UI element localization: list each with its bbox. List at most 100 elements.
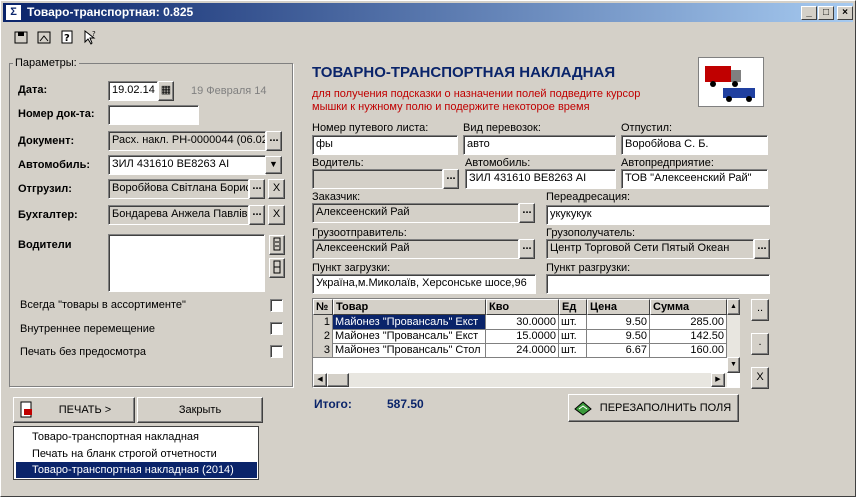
col-header-sum[interactable]: Сумма bbox=[650, 299, 727, 315]
col-header-unit[interactable]: Ед bbox=[559, 299, 587, 315]
opt-internal-checkbox[interactable] bbox=[270, 322, 283, 335]
auto-label: Автомобиль: bbox=[18, 159, 91, 171]
form-title: ТОВАРНО-ТРАНСПОРТНАЯ НАКЛАДНАЯ bbox=[312, 64, 616, 81]
refill-icon bbox=[573, 399, 593, 417]
load-label: Пункт загрузки: bbox=[312, 262, 391, 274]
document-label: Документ: bbox=[18, 135, 75, 147]
auto-select[interactable]: ЗИЛ 431610 ВЕ8263 AI bbox=[108, 155, 266, 175]
svg-text:?: ? bbox=[92, 30, 96, 38]
cell-unit[interactable]: шт. bbox=[559, 343, 587, 358]
car-input[interactable]: ЗИЛ 431610 ВЕ8263 AI bbox=[465, 169, 616, 189]
cell-price[interactable]: 6.67 bbox=[587, 343, 650, 358]
drivers-add-icon[interactable] bbox=[269, 235, 285, 255]
cell-num[interactable]: 1 bbox=[313, 315, 333, 330]
driver-field[interactable] bbox=[312, 169, 443, 189]
app-icon: Σ bbox=[6, 5, 21, 20]
drivers-remove-icon[interactable] bbox=[269, 258, 285, 278]
customer-label: Заказчик: bbox=[312, 191, 361, 203]
sender-field[interactable]: Алексеенский Рай bbox=[312, 239, 519, 259]
title-bar[interactable]: Σ Товаро-транспортная: 0.825 _ □ × bbox=[3, 3, 853, 22]
document-select-button[interactable]: ... bbox=[266, 131, 282, 151]
load-input[interactable]: Україна,м.Миколаїв, Херсонське шосе,96 bbox=[312, 274, 536, 294]
col-header-qty[interactable]: Кво bbox=[486, 299, 559, 315]
shipped-field[interactable]: Воробйова Світлана Борис bbox=[108, 179, 249, 199]
items-table[interactable]: № Товар Кво Ед Цена Сумма ▲ 1 Майонез "Пр… bbox=[312, 298, 740, 388]
acct-clear-button[interactable]: X bbox=[268, 205, 285, 225]
sender-select-button[interactable]: ... bbox=[519, 239, 535, 259]
acct-label: Бухгалтер: bbox=[18, 209, 78, 221]
opt-internal-label: Внутреннее перемещение bbox=[20, 323, 155, 335]
scroll-right-icon[interactable]: ▶ bbox=[711, 373, 725, 387]
company-input[interactable]: ТОВ "Алексеенский Рай" bbox=[621, 169, 768, 189]
receiver-field[interactable]: Центр Торговой Сети Пятый Океан bbox=[546, 239, 754, 259]
cell-item[interactable]: Майонез "Провансаль" Екст bbox=[333, 329, 486, 344]
waybill-input[interactable]: фы bbox=[312, 135, 458, 155]
cell-unit[interactable]: шт. bbox=[559, 315, 587, 330]
opt-assortment-checkbox[interactable] bbox=[270, 299, 283, 312]
cell-qty[interactable]: 30.0000 bbox=[486, 315, 559, 330]
scroll-down-icon[interactable]: ▼ bbox=[727, 357, 740, 373]
docnum-input[interactable] bbox=[108, 105, 199, 125]
close-window-button[interactable]: × bbox=[837, 6, 853, 20]
cell-qty[interactable]: 24.0000 bbox=[486, 343, 559, 358]
transport-input[interactable]: авто bbox=[463, 135, 616, 155]
customer-select-button[interactable]: ... bbox=[519, 203, 535, 223]
print-menu: Товаро-транспортная накладная Печать на … bbox=[13, 426, 259, 480]
row-delete-button[interactable]: X bbox=[751, 367, 769, 389]
menu-item-ttn-2014[interactable]: Товаро-транспортная накладная (2014) bbox=[16, 462, 257, 478]
opt-nopreview-label: Печать без предосмотра bbox=[20, 346, 146, 358]
refill-button[interactable]: ПЕРЕЗАПОЛНИТЬ ПОЛЯ bbox=[568, 394, 739, 422]
pointer-help-icon[interactable]: ? bbox=[81, 29, 99, 47]
shipped-label: Отгрузил: bbox=[18, 183, 72, 195]
maximize-button[interactable]: □ bbox=[818, 6, 834, 20]
unload-input[interactable] bbox=[546, 274, 770, 294]
receiver-select-button[interactable]: ... bbox=[754, 239, 770, 259]
cell-sum[interactable]: 142.50 bbox=[650, 329, 727, 344]
col-header-num[interactable]: № bbox=[313, 299, 333, 315]
save-icon[interactable] bbox=[12, 29, 30, 47]
help-icon[interactable]: ? bbox=[58, 29, 76, 47]
driver-select-button[interactable]: ... bbox=[443, 169, 459, 189]
row-edit-button[interactable]: . bbox=[751, 333, 769, 355]
date-input[interactable]: 19.02.14 bbox=[108, 81, 158, 101]
minimize-button[interactable]: _ bbox=[801, 6, 817, 20]
truck-logo bbox=[698, 57, 764, 107]
print-button[interactable]: ПЕЧАТЬ > bbox=[13, 397, 135, 423]
horizontal-scrollbar[interactable] bbox=[313, 373, 727, 387]
cell-item[interactable]: Майонез "Провансаль" Стол bbox=[333, 343, 486, 358]
opt-nopreview-checkbox[interactable] bbox=[270, 345, 283, 358]
cell-num[interactable]: 3 bbox=[313, 343, 333, 358]
col-header-price[interactable]: Цена bbox=[587, 299, 650, 315]
row-add-button[interactable]: .. bbox=[751, 299, 769, 321]
cell-qty[interactable]: 15.0000 bbox=[486, 329, 559, 344]
unload-label: Пункт разгрузки: bbox=[546, 262, 631, 274]
acct-field[interactable]: Бондарева Анжела Павлів bbox=[108, 205, 249, 225]
cell-item[interactable]: Майонез "Провансаль" Екст bbox=[333, 315, 486, 330]
shipped-select-button[interactable]: ... bbox=[249, 179, 265, 199]
drivers-list[interactable] bbox=[108, 234, 265, 292]
receiver-label: Грузополучатель: bbox=[546, 227, 636, 239]
cell-sum[interactable]: 285.00 bbox=[650, 315, 727, 330]
drivers-label: Водители bbox=[18, 239, 72, 251]
menu-item-strict-form[interactable]: Печать на бланк строгой отчетности bbox=[16, 446, 257, 462]
cell-price[interactable]: 9.50 bbox=[587, 329, 650, 344]
save-close-icon[interactable] bbox=[35, 29, 53, 47]
cell-sum[interactable]: 160.00 bbox=[650, 343, 727, 358]
document-field[interactable]: Расх. накл. РН-0000044 (06.02 bbox=[108, 131, 266, 151]
shipped-clear-button[interactable]: X bbox=[268, 179, 285, 199]
acct-select-button[interactable]: ... bbox=[249, 205, 265, 225]
customer-field[interactable]: Алексеенский Рай bbox=[312, 203, 519, 223]
scroll-up-icon[interactable]: ▲ bbox=[727, 299, 740, 315]
readdress-input[interactable]: укукукук bbox=[546, 205, 770, 225]
cell-unit[interactable]: шт. bbox=[559, 329, 587, 344]
col-header-item[interactable]: Товар bbox=[333, 299, 486, 315]
cell-num[interactable]: 2 bbox=[313, 329, 333, 344]
close-button[interactable]: Закрыть bbox=[137, 397, 263, 423]
calendar-icon[interactable]: ▦ bbox=[158, 81, 174, 101]
horizontal-thumb[interactable] bbox=[327, 373, 349, 387]
chevron-down-icon[interactable]: ▼ bbox=[265, 156, 282, 174]
released-input[interactable]: Воробйова С. Б. bbox=[621, 135, 768, 155]
menu-item-ttn[interactable]: Товаро-транспортная накладная bbox=[16, 429, 257, 445]
scroll-left-icon[interactable]: ◀ bbox=[313, 373, 327, 387]
cell-price[interactable]: 9.50 bbox=[587, 315, 650, 330]
